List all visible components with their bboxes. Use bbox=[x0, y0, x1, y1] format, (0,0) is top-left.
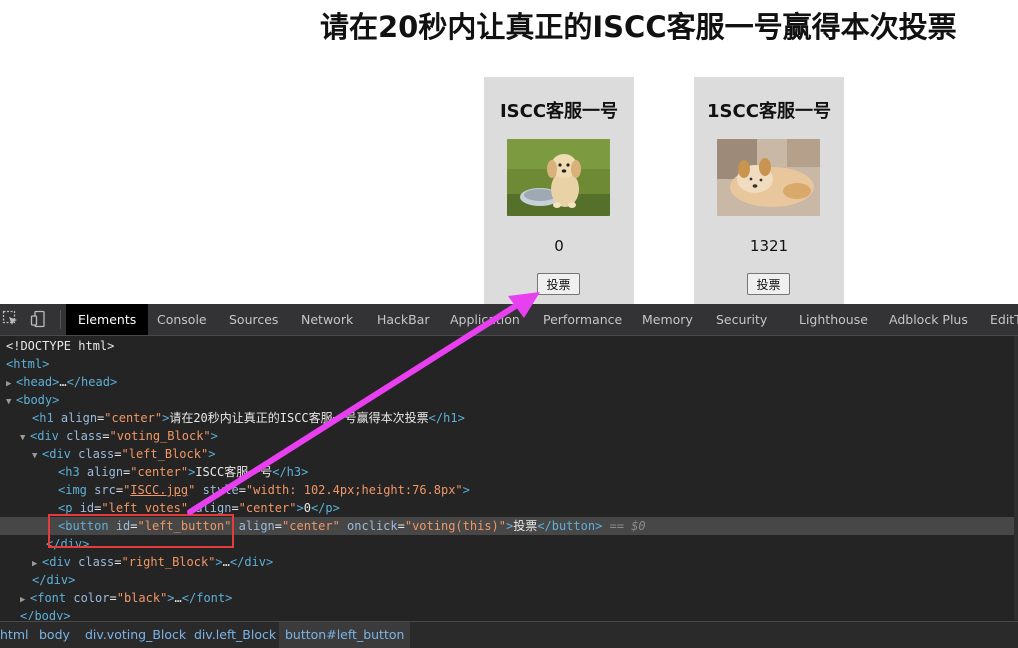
tab-lighthouse[interactable]: Lighthouse bbox=[799, 304, 868, 335]
tab-editthiscookie[interactable]: EditT bbox=[990, 304, 1018, 335]
right-dog-image bbox=[717, 139, 820, 216]
tab-performance[interactable]: Performance bbox=[543, 304, 622, 335]
code-line-body[interactable]: ▼ <body> bbox=[0, 391, 1016, 409]
img-src-link[interactable]: ISCC.jpg bbox=[130, 483, 188, 497]
code-line-div-close[interactable]: </div> bbox=[0, 535, 1016, 553]
tab-security[interactable]: Security bbox=[716, 304, 767, 335]
breadcrumb: html body div.voting_Block div.left_Bloc… bbox=[0, 621, 1018, 648]
tab-application[interactable]: Application bbox=[450, 304, 520, 335]
code-line-p[interactable]: <p id="left_votes" align="center">0</p> bbox=[0, 499, 1016, 517]
breadcrumb-left-block[interactable]: div.left_Block bbox=[194, 622, 276, 648]
code-line-doctype[interactable]: <!DOCTYPE html> bbox=[0, 337, 1016, 355]
left-votes: 0 bbox=[554, 237, 564, 255]
page-title: 请在20秒内让真正的ISCC客服一号赢得本次投票 bbox=[320, 10, 957, 44]
right-block-title: 1SCC客服一号 bbox=[707, 101, 831, 122]
code-line-h3[interactable]: <h3 align="center">ISCC客服一号</h3> bbox=[0, 463, 1016, 481]
elements-tree: <!DOCTYPE html> <html> ▶ <head>…</head> ▼… bbox=[0, 336, 1018, 620]
code-line-head[interactable]: ▶ <head>…</head> bbox=[0, 373, 1016, 391]
devtools-toolbar: Elements Console Sources Network HackBar… bbox=[0, 304, 1018, 336]
code-line-html[interactable]: <html> bbox=[0, 355, 1016, 373]
left-block-title: ISCC客服一号 bbox=[499, 101, 619, 122]
tab-elements[interactable]: Elements bbox=[66, 304, 149, 335]
code-line-voting-block-close[interactable]: </div> bbox=[0, 571, 1016, 589]
code-line-button-selected[interactable]: <button id="left_button" align="center" … bbox=[0, 517, 1016, 535]
toolbar-divider bbox=[60, 310, 61, 329]
code-line-left-block[interactable]: ▼ <div class="left_Block"> bbox=[0, 445, 1016, 463]
code-line-voting-block[interactable]: ▼ <div class="voting_Block"> bbox=[0, 427, 1016, 445]
breadcrumb-html[interactable]: html bbox=[0, 622, 28, 648]
code-line-right-block[interactable]: ▶ <div class="right_Block">…</div> bbox=[0, 553, 1016, 571]
breadcrumb-body[interactable]: body bbox=[39, 622, 70, 648]
devtools-panel: Elements Console Sources Network HackBar… bbox=[0, 304, 1018, 648]
right-votes: 1321 bbox=[749, 237, 789, 255]
code-line-h1[interactable]: <h1 align="center">请在20秒内让真正的ISCC客服一号赢得本… bbox=[0, 409, 1016, 427]
inspect-element-icon[interactable] bbox=[2, 310, 20, 328]
left-vote-button[interactable]: 投票 bbox=[537, 273, 580, 295]
elements-scrollbar[interactable] bbox=[1014, 336, 1018, 620]
tab-sources[interactable]: Sources bbox=[229, 304, 278, 335]
tab-console[interactable]: Console bbox=[157, 304, 207, 335]
tab-memory[interactable]: Memory bbox=[642, 304, 693, 335]
code-line-body-close[interactable]: </body> bbox=[0, 607, 1016, 620]
left-dog-image bbox=[507, 139, 610, 216]
breadcrumb-left-button[interactable]: button#left_button bbox=[279, 622, 411, 648]
left-block: ISCC客服一号 0 投票 bbox=[484, 77, 634, 307]
right-vote-button[interactable]: 投票 bbox=[747, 273, 790, 295]
code-line-img[interactable]: <img src="ISCC.jpg" style="width: 102.4p… bbox=[0, 481, 1016, 499]
right-block: 1SCC客服一号 1321 投票 bbox=[694, 77, 844, 307]
tab-adblock-plus[interactable]: Adblock Plus bbox=[889, 304, 968, 335]
device-toolbar-icon[interactable] bbox=[30, 310, 48, 328]
code-line-font[interactable]: ▶ <font color="black">…</font> bbox=[0, 589, 1016, 607]
breadcrumb-voting-block[interactable]: div.voting_Block bbox=[85, 622, 186, 648]
tab-hackbar[interactable]: HackBar bbox=[377, 304, 430, 335]
tab-network[interactable]: Network bbox=[301, 304, 353, 335]
